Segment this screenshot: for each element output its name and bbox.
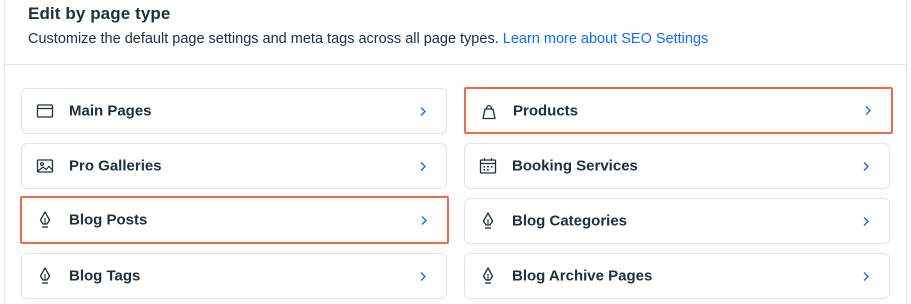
pen-nib-icon (479, 212, 497, 230)
chevron-right-icon (418, 270, 428, 282)
pen-nib-icon (36, 267, 54, 285)
chevron-right-icon (861, 270, 871, 282)
page-type-card-blog-archive-pages[interactable]: Blog Archive Pages (464, 253, 890, 299)
page-type-card-products[interactable]: Products (464, 87, 893, 134)
chevron-right-icon (418, 105, 428, 117)
page-type-card-blog-tags[interactable]: Blog Tags (21, 253, 447, 299)
calendar-icon (479, 157, 497, 175)
pen-nib-icon (36, 211, 54, 229)
page-type-card-booking-services[interactable]: Booking Services (464, 143, 890, 189)
page-type-label: Blog Posts (69, 211, 148, 229)
shopping-bag-icon (480, 102, 498, 120)
page-type-label: Main Pages (69, 102, 152, 120)
chevron-right-icon (863, 105, 873, 117)
page-type-label: Blog Categories (512, 212, 628, 230)
page-type-label: Products (513, 102, 579, 119)
page-type-card-main-pages[interactable]: Main Pages (21, 88, 447, 134)
page-type-label: Booking Services (512, 157, 638, 175)
chevron-right-icon (419, 214, 429, 226)
chevron-right-icon (861, 160, 871, 172)
page-window-icon (36, 102, 54, 120)
gallery-icon (36, 157, 54, 175)
page-type-label: Pro Galleries (69, 157, 162, 175)
page-type-card-pro-galleries[interactable]: Pro Galleries (21, 143, 447, 189)
page-type-card-blog-posts[interactable]: Blog Posts (20, 196, 449, 244)
seo-page-types-panel: Edit by page type Customize the default … (4, 0, 907, 304)
page-type-label: Blog Tags (69, 267, 141, 285)
page-type-card-blog-categories[interactable]: Blog Categories (464, 198, 890, 244)
chevron-right-icon (418, 160, 428, 172)
pen-nib-icon (479, 267, 497, 285)
page-type-label: Blog Archive Pages (512, 267, 653, 285)
page-type-grid: Main Pages Products Pro Galleries Bookin… (5, 0, 906, 304)
chevron-right-icon (861, 215, 871, 227)
